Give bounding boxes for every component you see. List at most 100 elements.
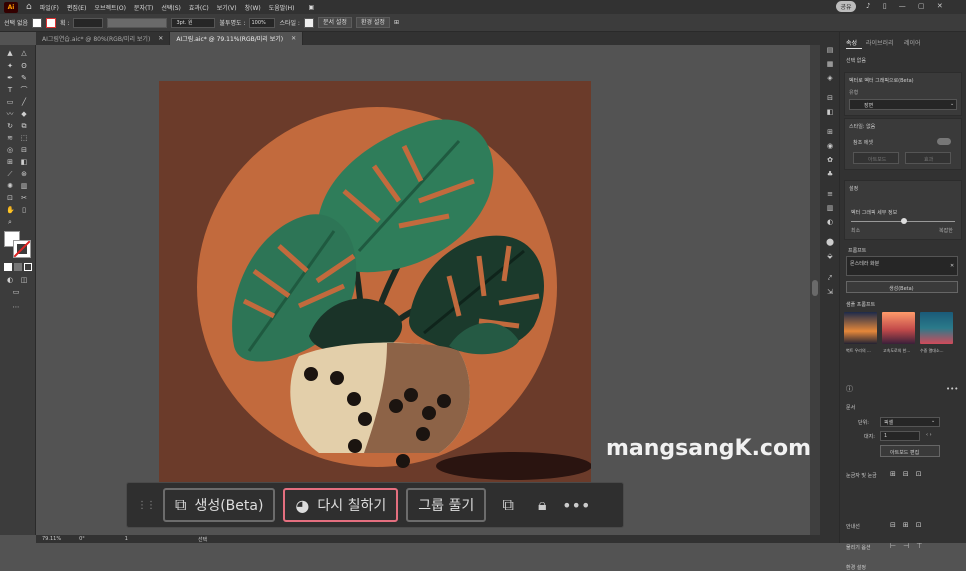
- print-tiling-icon[interactable]: ▯: [20, 206, 28, 214]
- slice-tool-icon[interactable]: ✂: [20, 194, 28, 202]
- perspective-grid-icon[interactable]: ⊟: [20, 146, 28, 154]
- shape-builder-icon[interactable]: ◎: [6, 146, 14, 154]
- opacity-field[interactable]: 100%: [249, 17, 276, 28]
- menu-object[interactable]: 오브젝트(O): [94, 3, 126, 12]
- gradient-tool-icon[interactable]: ◧: [20, 158, 28, 166]
- menu-view[interactable]: 보기(V): [217, 3, 237, 12]
- touch-type-icon[interactable]: ⌒: [20, 86, 28, 94]
- stroke-panel-icon[interactable]: ≡: [825, 190, 835, 198]
- more-tools-icon[interactable]: ⋯: [12, 303, 20, 311]
- type-dropdown[interactable]: 장면 ⌄: [849, 99, 957, 110]
- sample-thumb-2[interactable]: [882, 312, 915, 344]
- tab-properties[interactable]: 속성: [846, 38, 857, 47]
- libraries-icon[interactable]: ▦: [825, 60, 835, 68]
- generate-beta-panel-button[interactable]: 생성(Beta): [846, 281, 958, 293]
- lock-icon[interactable]: 🔒︎: [530, 493, 554, 517]
- eraser-icon[interactable]: ◆: [20, 110, 28, 118]
- eyedropper-icon[interactable]: ⟋: [6, 170, 14, 178]
- more-options-icon[interactable]: •••: [562, 493, 590, 517]
- magic-wand-icon[interactable]: ✦: [6, 62, 14, 70]
- rotation-angle[interactable]: 0°: [79, 536, 85, 542]
- ref-effect-button[interactable]: 효과: [905, 152, 951, 164]
- menu-window[interactable]: 창(W): [245, 3, 261, 12]
- symbol-sprayer-icon[interactable]: ✺: [6, 182, 14, 190]
- tab-layers[interactable]: 레이어: [904, 38, 921, 47]
- ruler-icons[interactable]: ⊞⊟⊡: [890, 470, 929, 478]
- vertical-scrollbar[interactable]: [810, 45, 820, 535]
- tab-doc-2[interactable]: AI그림.aic* @ 79.11%(RGB/미리 보기) ✕: [170, 32, 304, 45]
- snap-icons[interactable]: ⊢⊣⊤: [890, 542, 929, 550]
- artboard[interactable]: [159, 81, 592, 513]
- graph-tool-icon[interactable]: ▥: [20, 182, 28, 190]
- asset-export-icon[interactable]: ⇲: [825, 288, 835, 296]
- align-icon[interactable]: ⊞: [394, 19, 399, 26]
- detail-slider-thumb[interactable]: [901, 218, 907, 224]
- transparency-icon[interactable]: ◐: [825, 218, 835, 226]
- pen-tool-icon[interactable]: ✒: [6, 74, 14, 82]
- prompt-input[interactable]: 몬스테라 화분 ✕: [846, 256, 958, 276]
- sample-thumb-1[interactable]: [844, 312, 877, 344]
- menu-file[interactable]: 파일(F): [40, 3, 59, 12]
- pathfinder-icon[interactable]: ◧: [825, 108, 835, 116]
- share-button[interactable]: 공유: [836, 1, 856, 12]
- menu-edit[interactable]: 편집(E): [67, 3, 87, 12]
- mesh-tool-icon[interactable]: ⊞: [6, 158, 14, 166]
- reference-toggle[interactable]: [937, 138, 951, 145]
- stroke-weight-field[interactable]: [73, 17, 104, 28]
- scale-tool-icon[interactable]: ⧉: [20, 122, 28, 130]
- more-icon[interactable]: •••: [946, 385, 958, 393]
- free-transform-icon[interactable]: ⬚: [20, 134, 28, 142]
- rectangle-tool-icon[interactable]: ▭: [6, 98, 14, 106]
- color-panel-icon[interactable]: ◉: [825, 142, 835, 150]
- artboard-dropdown[interactable]: 1: [880, 431, 920, 441]
- zoom-tool-icon[interactable]: ⌕: [6, 218, 14, 226]
- export-icon[interactable]: ⤤: [825, 274, 835, 282]
- brush-field[interactable]: 3pt. 원: [171, 17, 216, 28]
- close-icon[interactable]: ✕: [291, 35, 296, 42]
- line-tool-icon[interactable]: ╱: [20, 98, 28, 106]
- window-controls[interactable]: ♪ ▯ — ▢ ✕: [866, 2, 948, 10]
- appearance-icon[interactable]: ⬤: [825, 238, 835, 246]
- align-panel-icon[interactable]: ⊟: [825, 94, 835, 102]
- scroll-thumb[interactable]: [812, 280, 818, 296]
- style-swatch[interactable]: [303, 17, 314, 28]
- variable-width[interactable]: [107, 17, 168, 28]
- width-tool-icon[interactable]: ≋: [6, 134, 14, 142]
- generate-beta-button[interactable]: ⧉ 생성(Beta): [163, 488, 276, 522]
- properties-icon[interactable]: ▤: [825, 46, 835, 54]
- blend-tool-icon[interactable]: ⊛: [20, 170, 28, 178]
- rotate-tool-icon[interactable]: ↻: [6, 122, 14, 130]
- symbols-icon[interactable]: ♣: [825, 170, 835, 178]
- artboard-nav[interactable]: 1: [125, 536, 128, 542]
- guides-icons[interactable]: ⊟⊞⊡: [890, 521, 929, 529]
- clear-icon[interactable]: ✕: [950, 263, 954, 269]
- stroke-swatch[interactable]: [46, 17, 56, 28]
- brushes-icon[interactable]: ✿: [825, 156, 835, 164]
- home-icon[interactable]: ⌂: [26, 2, 32, 12]
- gradient-panel-icon[interactable]: ▥: [825, 204, 835, 212]
- drag-handle-icon[interactable]: ⋮⋮: [137, 500, 156, 511]
- artboard-nav-arrows[interactable]: ‹ ›: [926, 432, 932, 438]
- duplicate-icon[interactable]: ⧉: [496, 493, 520, 517]
- draw-mode-icon[interactable]: ◐: [6, 276, 14, 284]
- gradient-mode-icon[interactable]: [14, 263, 22, 271]
- transform-icon[interactable]: ⊞: [825, 128, 835, 136]
- info-icon[interactable]: ⓘ: [846, 384, 853, 394]
- tab-libraries[interactable]: 라이브러리: [866, 38, 894, 47]
- edit-artboard-button[interactable]: 아트보드 편집: [880, 445, 940, 457]
- arrange-icon[interactable]: ▣: [309, 4, 315, 11]
- menu-effect[interactable]: 효과(C): [189, 3, 209, 12]
- color-mode-icon[interactable]: [4, 263, 12, 271]
- graphic-styles-icon[interactable]: ⬙: [825, 252, 835, 260]
- curvature-tool-icon[interactable]: ✎: [20, 74, 28, 82]
- recolor-button[interactable]: ◕ 다시 칠하기: [283, 488, 399, 522]
- preferences-button[interactable]: 환경 설정: [355, 17, 390, 28]
- unit-dropdown[interactable]: 픽셀 ⌄: [880, 417, 940, 427]
- zoom-level[interactable]: 79.11%: [42, 536, 61, 542]
- draw-inside-icon[interactable]: ◫: [20, 276, 28, 284]
- hand-tool-icon[interactable]: ✋: [6, 206, 15, 214]
- layers-icon[interactable]: ◈: [825, 74, 835, 82]
- ref-artboard-button[interactable]: 아트보드: [853, 152, 899, 164]
- artboard-tool-icon[interactable]: ⊡: [6, 194, 14, 202]
- paintbrush-icon[interactable]: 〰: [6, 110, 14, 118]
